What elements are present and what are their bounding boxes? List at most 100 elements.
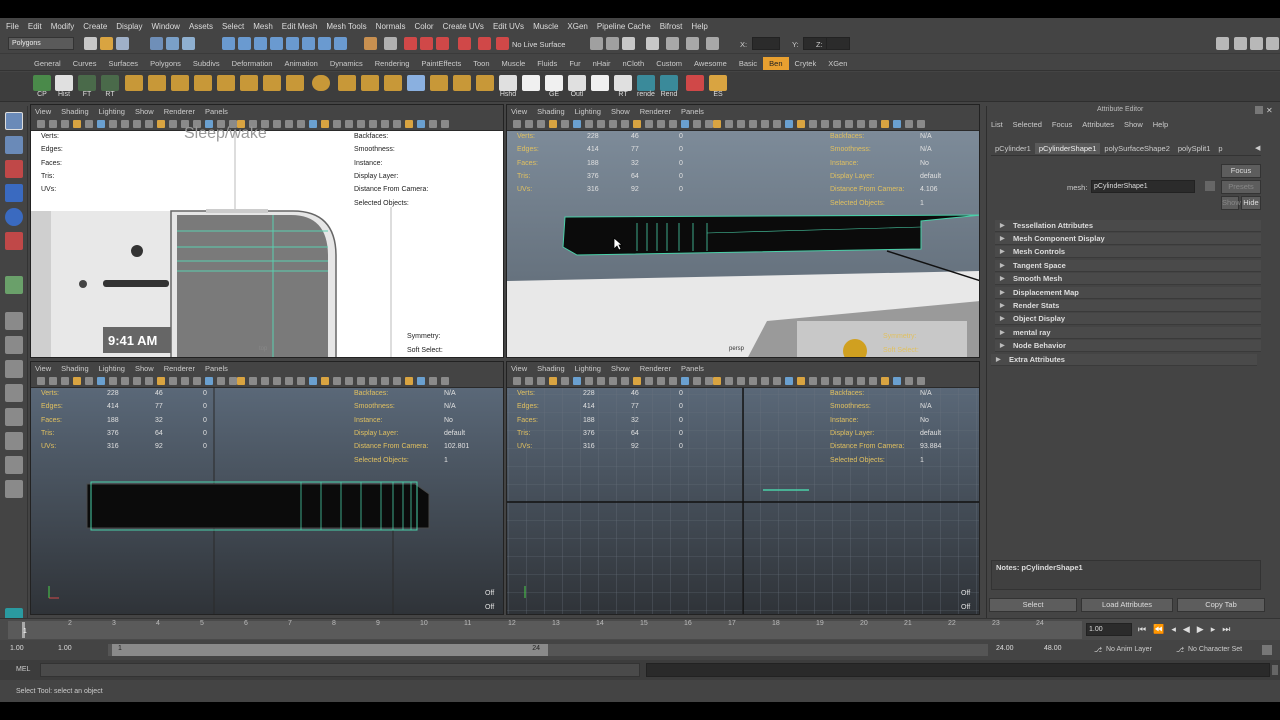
viewport-tool-icon[interactable] bbox=[405, 120, 413, 128]
viewport-tool-icon[interactable] bbox=[821, 377, 829, 385]
mesh-name-field[interactable]: pCylinderShape1 bbox=[1091, 180, 1195, 193]
viewport-tool-icon[interactable] bbox=[893, 120, 901, 128]
vp-menu-renderer[interactable]: Renderer bbox=[640, 107, 671, 116]
viewport-tool-icon[interactable] bbox=[645, 120, 653, 128]
viewport-tool-icon[interactable] bbox=[633, 120, 641, 128]
step-back-key-icon[interactable]: ◂ bbox=[1171, 624, 1183, 634]
viewport-tool-icon[interactable] bbox=[85, 120, 93, 128]
viewport-tool-icon[interactable] bbox=[61, 120, 69, 128]
viewport-tool-icon[interactable] bbox=[773, 377, 781, 385]
viewport-tool-icon[interactable] bbox=[357, 377, 365, 385]
viewport-tool-icon[interactable] bbox=[273, 120, 281, 128]
ae-menu-attributes[interactable]: Attributes bbox=[1082, 120, 1114, 132]
menu-modify[interactable]: Modify bbox=[51, 22, 75, 31]
viewport-tool-icon[interactable] bbox=[693, 377, 701, 385]
viewport-tool-icon[interactable] bbox=[73, 120, 81, 128]
vp-menu-view[interactable]: View bbox=[511, 107, 527, 116]
viewport-tool-icon[interactable] bbox=[157, 377, 165, 385]
folder-icon[interactable] bbox=[709, 75, 727, 91]
viewport-tool-icon[interactable] bbox=[229, 377, 237, 385]
focus-button[interactable]: Focus bbox=[1221, 164, 1261, 178]
viewport-tool-icon[interactable] bbox=[429, 377, 437, 385]
viewport-tool-icon[interactable] bbox=[381, 120, 389, 128]
x-field[interactable] bbox=[752, 37, 780, 50]
shelf-tab[interactable]: XGen bbox=[822, 57, 853, 70]
viewport-tool-icon[interactable] bbox=[109, 120, 117, 128]
section-mesh-component-display[interactable]: Mesh Component Display bbox=[995, 233, 1261, 245]
z-field[interactable] bbox=[826, 37, 850, 50]
viewport-tool-icon[interactable] bbox=[785, 377, 793, 385]
menu-window[interactable]: Window bbox=[152, 22, 180, 31]
viewport-tool-icon[interactable] bbox=[657, 120, 665, 128]
viewport-tool-icon[interactable] bbox=[133, 377, 141, 385]
snap-point-icon[interactable] bbox=[254, 37, 267, 50]
viewport-tool-icon[interactable] bbox=[345, 120, 353, 128]
section-tangent-space[interactable]: Tangent Space bbox=[995, 260, 1261, 272]
viewport-tool-icon[interactable] bbox=[49, 120, 57, 128]
delete-history-icon[interactable] bbox=[55, 75, 73, 91]
vp-menu-panels[interactable]: Panels bbox=[205, 364, 228, 373]
menu-create-uvs[interactable]: Create UVs bbox=[443, 22, 484, 31]
start-time-field[interactable]: 1.00 bbox=[8, 643, 52, 656]
end-time-field[interactable]: 48.00 bbox=[1042, 643, 1086, 656]
section-object-display[interactable]: Object Display bbox=[995, 313, 1261, 325]
viewport-tool-icon[interactable] bbox=[621, 377, 629, 385]
extrude-icon[interactable] bbox=[217, 75, 235, 91]
script-editor-icon[interactable] bbox=[1272, 665, 1278, 675]
vp-menu-shading[interactable]: Shading bbox=[537, 364, 565, 373]
viewport-tool-icon[interactable] bbox=[845, 120, 853, 128]
viewport-canvas[interactable]: Verts: Edges: Faces: Tris: UVs: 228 46 0… bbox=[507, 131, 979, 357]
viewport-tool-icon[interactable] bbox=[609, 377, 617, 385]
viewport-tool-icon[interactable] bbox=[273, 377, 281, 385]
viewport-canvas[interactable]: Sleep/wake 9:41 AM Verts: Edges: Faces: … bbox=[31, 125, 503, 357]
mirror-icon[interactable] bbox=[407, 75, 425, 91]
viewport-tool-icon[interactable] bbox=[869, 377, 877, 385]
shelf-tab[interactable]: Deformation bbox=[226, 57, 279, 70]
lasso-tool-icon[interactable] bbox=[5, 136, 23, 154]
viewport-tool-icon[interactable] bbox=[333, 377, 341, 385]
viewport-tool-icon[interactable] bbox=[669, 120, 677, 128]
viewport-tool-icon[interactable] bbox=[645, 377, 653, 385]
viewport-tool-icon[interactable] bbox=[61, 377, 69, 385]
viewport-canvas[interactable]: Verts: Edges: Faces: Tris: UVs: 228 46 0… bbox=[507, 388, 979, 614]
viewport-tool-icon[interactable] bbox=[681, 377, 689, 385]
panel-layout-2-icon[interactable] bbox=[1234, 37, 1247, 50]
lock-icon[interactable] bbox=[686, 75, 704, 91]
viewport-canvas[interactable]: Verts: Edges: Faces: Tris: UVs: 228 46 0… bbox=[31, 388, 503, 614]
vp-menu-shading[interactable]: Shading bbox=[61, 107, 89, 116]
viewport-tool-icon[interactable] bbox=[145, 377, 153, 385]
vp-menu-view[interactable]: View bbox=[35, 107, 51, 116]
ipr-render-icon[interactable] bbox=[420, 37, 433, 50]
render-globals-icon[interactable] bbox=[478, 37, 491, 50]
anim-layer-icon[interactable]: ⎇ bbox=[1094, 646, 1102, 654]
open-scene-icon[interactable] bbox=[100, 37, 113, 50]
select-button[interactable]: Select bbox=[989, 598, 1077, 612]
layer-toggle-icon[interactable] bbox=[706, 37, 719, 50]
snap-curve-icon[interactable] bbox=[238, 37, 251, 50]
ae-menu-focus[interactable]: Focus bbox=[1052, 120, 1072, 132]
section-smooth-mesh[interactable]: Smooth Mesh bbox=[995, 273, 1261, 285]
render-frame-icon[interactable] bbox=[404, 37, 417, 50]
viewport-tool-icon[interactable] bbox=[809, 120, 817, 128]
viewport-tool-icon[interactable] bbox=[285, 120, 293, 128]
section-tessellation[interactable]: Tessellation Attributes bbox=[995, 220, 1261, 232]
viewport-tool-icon[interactable] bbox=[773, 120, 781, 128]
viewport-tool-icon[interactable] bbox=[417, 120, 425, 128]
ae-menu-help[interactable]: Help bbox=[1153, 120, 1168, 132]
viewport-tool-icon[interactable] bbox=[405, 377, 413, 385]
channel-box-icon[interactable] bbox=[606, 37, 619, 50]
float-icon[interactable] bbox=[1255, 106, 1263, 114]
new-scene-icon[interactable] bbox=[84, 37, 97, 50]
viewport-tool-icon[interactable] bbox=[37, 120, 45, 128]
section-displacement-map[interactable]: Displacement Map bbox=[995, 287, 1261, 299]
menu-edit-mesh[interactable]: Edit Mesh bbox=[282, 22, 318, 31]
select-tool-icon[interactable] bbox=[5, 112, 23, 130]
ge-icon[interactable] bbox=[545, 75, 563, 91]
shelf-tab[interactable]: Curves bbox=[67, 57, 103, 70]
modeling-toolkit-icon[interactable] bbox=[646, 37, 659, 50]
viewport-tool-icon[interactable] bbox=[857, 377, 865, 385]
poly-cube-icon[interactable] bbox=[125, 75, 143, 91]
viewport-tool-icon[interactable] bbox=[609, 120, 617, 128]
viewport-tool-icon[interactable] bbox=[97, 377, 105, 385]
section-node-behavior[interactable]: Node Behavior bbox=[995, 340, 1261, 352]
